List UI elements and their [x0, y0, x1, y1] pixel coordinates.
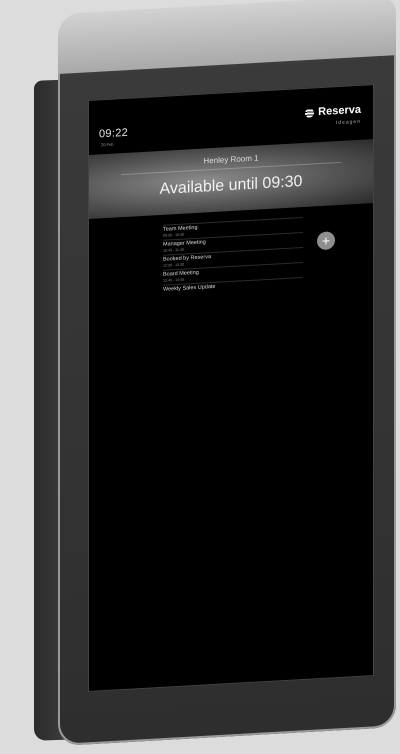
room-status-banner: Henley Room 1 Available until 09:30: [89, 139, 373, 219]
device-stage: 09:22 20 Feb Reserva Ideagen Henley Room…: [0, 0, 400, 754]
brand-logo: Reserva: [305, 104, 361, 119]
meeting-list: Team Meeting 09:30 - 10:30 Manager Meeti…: [163, 216, 303, 296]
add-booking-button[interactable]: +: [317, 231, 335, 251]
brand-subtitle: Ideagen: [335, 118, 361, 127]
room-display-screen: 09:22 20 Feb Reserva Ideagen Henley Room…: [88, 84, 374, 692]
clock: 09:22: [99, 126, 129, 141]
date-label: 20 Feb: [101, 141, 114, 148]
reserva-logo-icon: [305, 107, 315, 118]
brand-name: Reserva: [318, 103, 361, 119]
